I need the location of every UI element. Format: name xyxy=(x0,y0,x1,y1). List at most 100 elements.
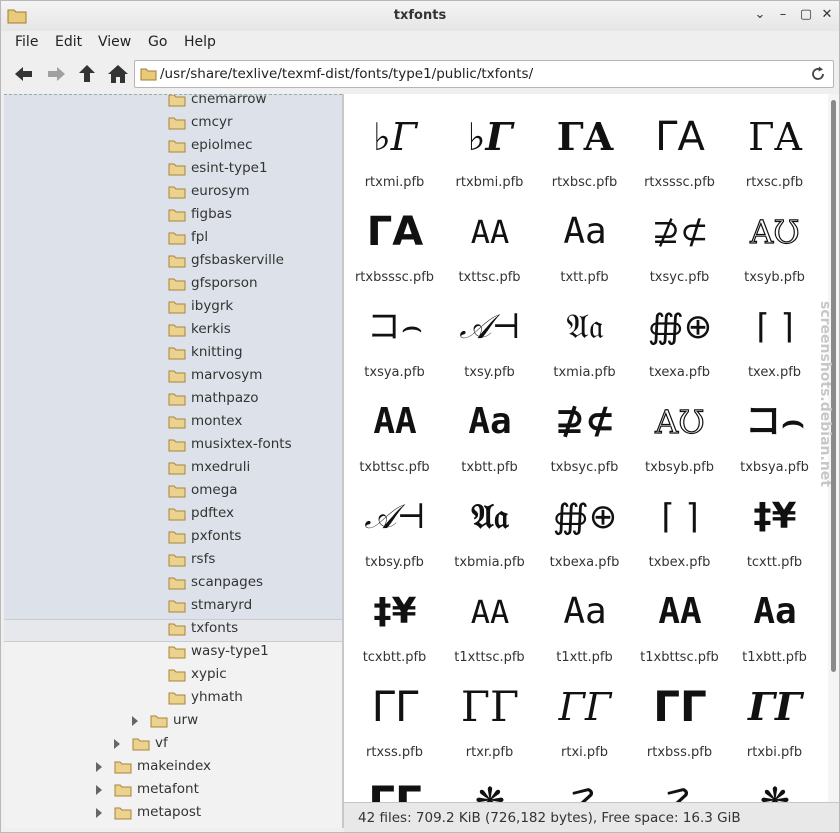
folder-icon xyxy=(168,623,186,636)
arrow-left-icon[interactable] xyxy=(12,63,36,85)
file-item[interactable]: ΓΓ rtxr.pfb xyxy=(442,674,537,769)
font-preview-glyphs: 𝔄𝔞 xyxy=(566,307,604,347)
font-preview-thumbnail: ⊉⊄ xyxy=(649,204,711,260)
file-item[interactable]: ΓA rtxbsssc.pfb xyxy=(347,199,442,294)
tree-item-label: omega xyxy=(191,482,238,498)
font-preview-glyphs: ⌈ ⌉ xyxy=(661,497,699,537)
expander-arrow-icon[interactable] xyxy=(96,808,102,818)
file-name: txtt.pfb xyxy=(560,270,609,285)
file-item[interactable]: ☡ xyxy=(632,769,727,802)
file-item[interactable]: AA txbttsc.pfb xyxy=(347,389,442,484)
tree-item-label: figbas xyxy=(191,206,232,222)
maximize-button[interactable]: ▢ xyxy=(798,7,814,23)
file-item[interactable]: ∰⊕ txexa.pfb xyxy=(632,294,727,389)
file-item[interactable]: ‡¥ tcxbtt.pfb xyxy=(347,579,442,674)
font-preview-glyphs: AA xyxy=(470,593,510,631)
font-preview-thumbnail: AƱ xyxy=(649,394,711,450)
arrow-right-icon[interactable] xyxy=(44,63,68,85)
expander-arrow-icon[interactable] xyxy=(132,716,138,726)
tree-item-label: rsfs xyxy=(191,551,216,567)
arrow-up-icon[interactable] xyxy=(75,63,99,85)
chevron-down-icon[interactable]: ⌄ xyxy=(752,7,768,23)
file-name: txexa.pfb xyxy=(648,365,711,380)
directory-tree[interactable]: chemarrow cmcyr epiolmec esint-type1 eurosym… xyxy=(4,94,342,828)
folder-icon xyxy=(168,301,186,314)
file-item[interactable]: 𝔄𝔞 txbmia.pfb xyxy=(442,484,537,579)
file-item[interactable]: ♭Γ rtxmi.pfb xyxy=(347,104,442,199)
file-item[interactable]: ⌈ ⌉ txex.pfb xyxy=(727,294,822,389)
font-preview-glyphs: ΓΓ xyxy=(368,777,422,803)
file-item[interactable]: AƱ txbsyb.pfb xyxy=(632,389,727,484)
file-item[interactable]: コ⌢ txbsya.pfb xyxy=(727,389,822,484)
home-icon[interactable] xyxy=(106,63,130,85)
font-preview-glyphs: Aa xyxy=(468,401,512,442)
location-path[interactable]: /usr/share/texlive/texmf-dist/fonts/type… xyxy=(160,66,533,82)
file-item[interactable]: ❋ xyxy=(727,769,822,802)
menu-go[interactable]: Go xyxy=(148,34,167,50)
close-button[interactable]: ✕ xyxy=(819,7,835,23)
window-title: txfonts xyxy=(393,8,447,23)
file-item[interactable]: ΓΓ rtxbss.pfb xyxy=(632,674,727,769)
file-item[interactable]: AA txttsc.pfb xyxy=(442,199,537,294)
tree-item-label: cmcyr xyxy=(191,114,233,130)
menu-help[interactable]: Help xyxy=(184,34,216,50)
file-item[interactable]: 𝔄𝔞 txmia.pfb xyxy=(537,294,632,389)
folder-icon xyxy=(168,140,186,153)
file-item[interactable]: AA t1xttsc.pfb xyxy=(442,579,537,674)
file-item[interactable]: Aa txbtt.pfb xyxy=(442,389,537,484)
file-item[interactable]: ⌈ ⌉ txbex.pfb xyxy=(632,484,727,579)
file-item[interactable]: ΓΓ rtxbi.pfb xyxy=(727,674,822,769)
folder-icon xyxy=(168,324,186,337)
file-name: rtxbmi.pfb xyxy=(455,175,524,190)
file-item[interactable]: Aa txtt.pfb xyxy=(537,199,632,294)
statusbar: 42 files: 709.2 KiB (726,182 bytes), Fre… xyxy=(344,802,839,832)
file-item[interactable]: ‡¥ tcxtt.pfb xyxy=(727,484,822,579)
menu-file[interactable]: File xyxy=(15,34,38,50)
file-name: tcxbtt.pfb xyxy=(362,650,427,665)
expander-arrow-icon[interactable] xyxy=(96,762,102,772)
file-item[interactable]: ♭Γ rtxbmi.pfb xyxy=(442,104,537,199)
reload-icon[interactable] xyxy=(809,65,827,83)
file-name: txbex.pfb xyxy=(648,555,711,570)
file-item[interactable]: ΓΓ rtxi.pfb xyxy=(537,674,632,769)
menu-edit[interactable]: Edit xyxy=(55,34,82,50)
file-name: t1xttsc.pfb xyxy=(454,650,525,665)
file-item[interactable]: AƱ txsyb.pfb xyxy=(727,199,822,294)
tree-item-label: knitting xyxy=(191,344,243,360)
file-item[interactable]: Aa t1xbtt.pfb xyxy=(727,579,822,674)
file-item[interactable]: ΓΓ rtxss.pfb xyxy=(347,674,442,769)
expander-arrow-icon[interactable] xyxy=(96,785,102,795)
font-preview-thumbnail: 𝔄𝔞 xyxy=(554,299,616,355)
file-name: txbsya.pfb xyxy=(740,460,809,475)
tree-item-label: pxfonts xyxy=(191,528,242,544)
font-preview-thumbnail: ΓΓ xyxy=(459,679,521,735)
minimize-button[interactable]: – xyxy=(775,7,791,23)
file-item[interactable]: ΓA rtxbsc.pfb xyxy=(537,104,632,199)
location-bar[interactable]: /usr/share/texlive/texmf-dist/fonts/type… xyxy=(134,60,834,88)
expander-arrow-icon[interactable] xyxy=(114,739,120,749)
file-item[interactable]: ⊉⊄ txbsyc.pfb xyxy=(537,389,632,484)
font-preview-thumbnail: AƱ xyxy=(744,204,806,260)
font-preview-thumbnail: ❋ xyxy=(459,774,521,802)
file-item[interactable]: Aa t1xtt.pfb xyxy=(537,579,632,674)
folder-icon xyxy=(168,117,186,130)
file-item[interactable]: ❋ xyxy=(442,769,537,802)
font-preview-thumbnail: ΓA xyxy=(554,109,616,165)
file-item[interactable]: ΓA rtxsssc.pfb xyxy=(632,104,727,199)
file-item[interactable]: AA t1xbttsc.pfb xyxy=(632,579,727,674)
file-item[interactable]: コ⌢ txsya.pfb xyxy=(347,294,442,389)
file-item[interactable]: ∰⊕ txbexa.pfb xyxy=(537,484,632,579)
menu-view[interactable]: View xyxy=(98,34,131,50)
file-icon-view[interactable]: ♭Γ rtxmi.pfb ♭Γ rtxbmi.pfb ΓA rtxbsc.pfb ΓA rtx… xyxy=(344,94,829,802)
file-name: rtxbsssc.pfb xyxy=(354,270,435,285)
file-item[interactable]: 𝒜⊣ txbsy.pfb xyxy=(347,484,442,579)
font-preview-thumbnail: ‡¥ xyxy=(364,584,426,640)
file-item[interactable]: 𝒜⊣ txsy.pfb xyxy=(442,294,537,389)
file-item[interactable]: ΓA rtxsc.pfb xyxy=(727,104,822,199)
file-item[interactable]: ⊉⊄ txsyc.pfb xyxy=(632,199,727,294)
titlebar[interactable]: txfonts ⌄ – ▢ ✕ xyxy=(1,1,839,31)
file-item[interactable]: ☡ xyxy=(537,769,632,802)
folder-icon xyxy=(168,278,186,291)
tree-item-label: fpl xyxy=(191,229,209,245)
file-item[interactable]: ΓΓ xyxy=(347,769,442,802)
